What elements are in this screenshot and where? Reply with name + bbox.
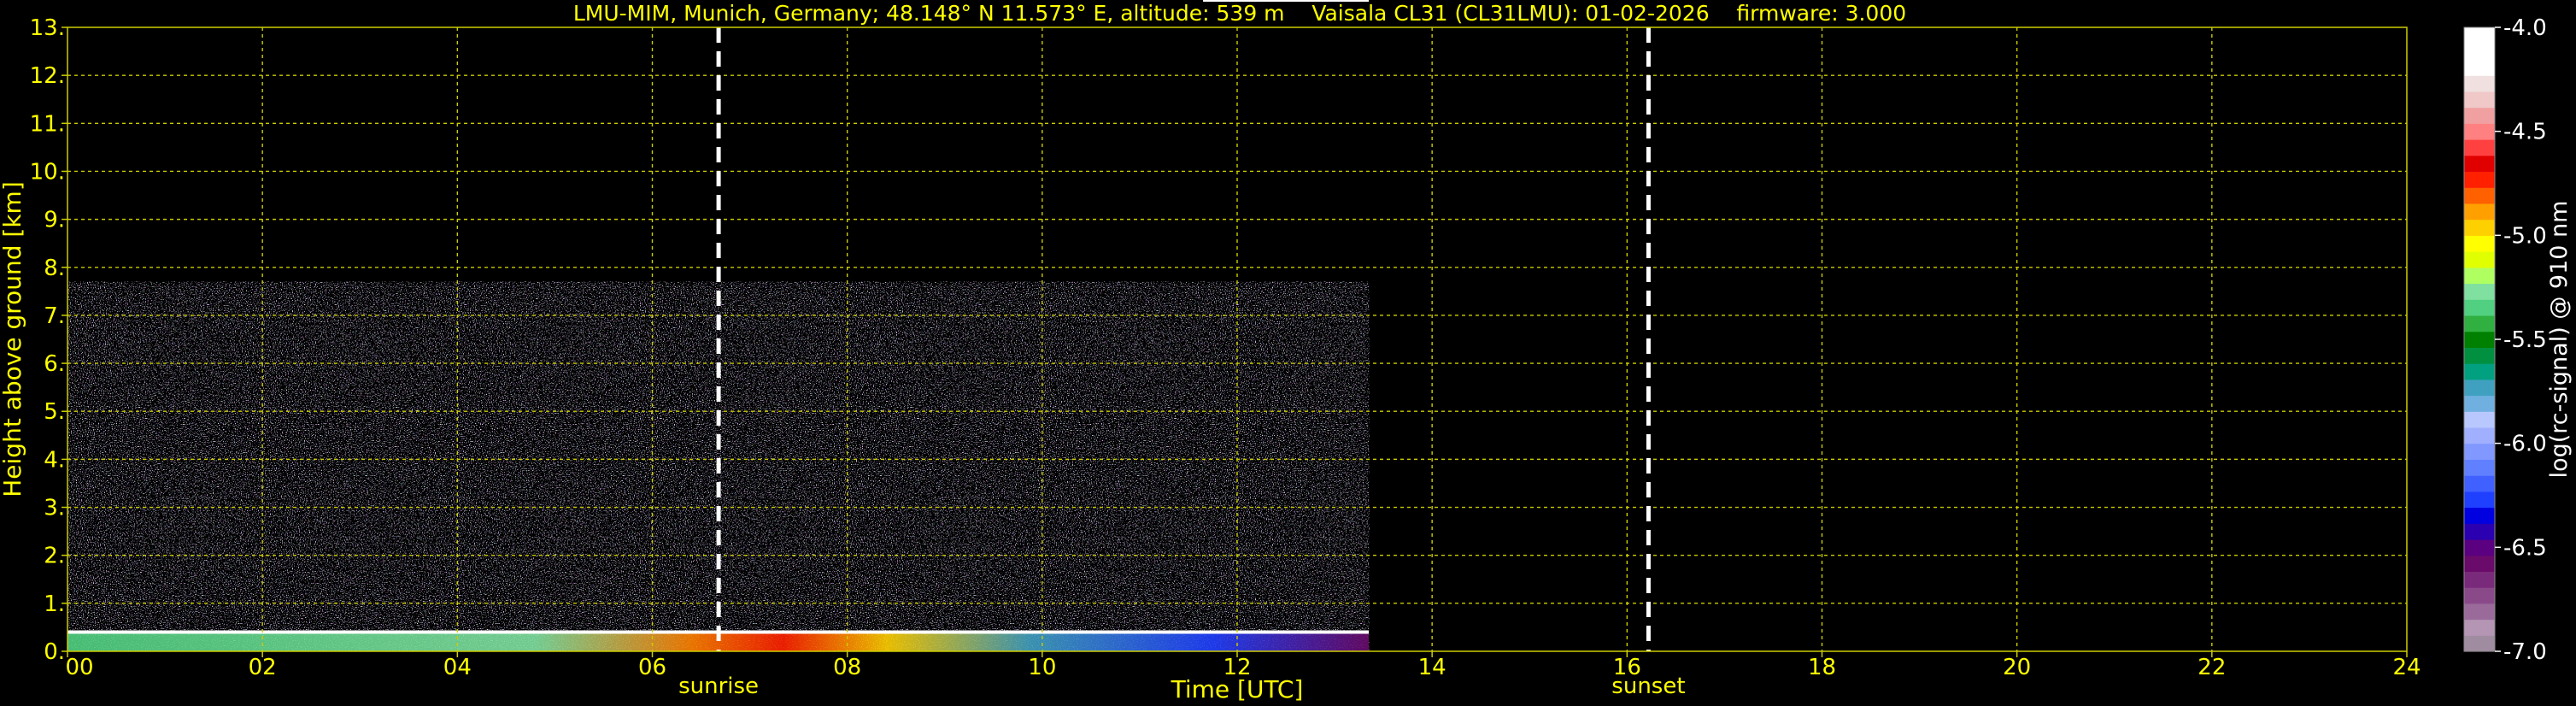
colorbar-segment [2464,395,2495,412]
colorbar-segment [2464,187,2495,204]
colorbar-segment [2464,43,2495,61]
y-tick-label: 3. [44,496,65,521]
colorbar-segment [2464,123,2495,140]
colorbar: -4.0 -4.5 -5.0 -5.5 -6.0 -6.5 -7.0 [2463,15,2547,665]
chart-title: LMU-MIM, Munich, Germany; 48.148° N 11.5… [573,1,1906,26]
colorbar-tick-label: -5.0 [2503,223,2547,249]
colorbar-tick-label: -5.5 [2503,327,2547,353]
colorbar-segment [2464,107,2495,124]
colorbar-segment [2464,283,2495,300]
y-tick-label: 9. [44,208,65,233]
y-tick-label: 0. [44,639,65,665]
colorbar-segment [2464,75,2495,92]
y-tick-label: 11. [30,111,65,137]
colorbar-segment [2464,619,2495,636]
x-tick-label: 22 [2198,655,2226,680]
x-tick-label: 02 [249,655,277,680]
chart: LMU-MIM, Munich, Germany; 48.148° N 11.5… [0,0,2573,703]
x-tick-label: 00 [65,655,93,680]
colorbar-segment [2464,411,2495,428]
colorbar-segment [2464,443,2495,460]
colorbar-segment [2464,491,2495,509]
colorbar-segment [2464,571,2495,588]
colorbar-segment [2464,331,2495,348]
colorbar-tick-label: -6.0 [2503,432,2547,457]
colorbar-segment [2464,315,2495,332]
x-tick-label: 14 [1418,655,1446,680]
x-tick-label: 04 [443,655,472,680]
colorbar-segment [2464,299,2495,316]
colorbar-tick-label: -7.0 [2503,639,2547,665]
colorbar-segment [2464,219,2495,236]
colorbar-segment [2464,91,2495,109]
y-tick-label: 8. [44,256,65,281]
colorbar-segment [2464,251,2495,268]
colorbar-segment [2464,603,2495,621]
colorbar-segment [2464,523,2495,540]
colorbar-segment [2464,27,2495,44]
colorbar-segment [2464,555,2495,573]
colorbar-segment [2464,538,2495,556]
sunrise-label: sunrise [678,674,759,699]
colorbar-segment [2464,267,2495,285]
y-tick-label: 5. [44,399,65,425]
colorbar-segment [2464,235,2495,252]
colorbar-segment [2464,203,2495,221]
colorbar-segment [2464,635,2495,652]
colorbar-segment [2464,507,2495,524]
colorbar-segment [2464,363,2495,380]
colorbar-tick-label: -4.0 [2503,15,2547,41]
y-tick-label: 2. [44,544,65,569]
y-tick-label: 7. [44,303,65,329]
x-axis-label: Time [UTC] [1171,675,1304,703]
y-tick-label: 12. [30,63,65,89]
y-tick-label: 13. [30,15,65,41]
y-tick-label: 6. [44,351,65,377]
colorbar-segment [2464,139,2495,156]
y-axis-label: Height above ground [km] [0,181,26,497]
x-tick-label: 20 [2003,655,2031,680]
colorbar-segment [2464,155,2495,173]
colorbar-tick-label: -4.5 [2503,120,2547,145]
colorbar-segment [2464,379,2495,397]
x-tick-label: 06 [638,655,666,680]
colorbar-segment [2464,59,2495,76]
colorbar-segment [2464,171,2495,188]
x-tick-label: 08 [833,655,861,680]
x-tick-label: 16 [1613,655,1641,680]
colorbar-segment [2464,347,2495,364]
x-tick-label: 10 [1028,655,1056,680]
colorbar-segment [2464,459,2495,476]
colorbar-label: log(rc-signal) @ 910 nm [2546,201,2573,479]
y-tick-label: 4. [44,447,65,473]
y-tick-label: 10. [30,159,65,185]
x-tick-label: 24 [2392,655,2421,680]
x-tick-label: 18 [1808,655,1836,680]
y-tick-label: 1. [44,591,65,617]
colorbar-segment [2464,475,2495,492]
colorbar-segment [2464,587,2495,604]
colorbar-segment [2464,427,2495,444]
y-ticks: 0. 1. 2. 3. 4. 5. 6. 7. 8. 9. 10. 11. 12. 13. [30,15,67,665]
colorbar-tick-label: -6.5 [2503,535,2547,561]
